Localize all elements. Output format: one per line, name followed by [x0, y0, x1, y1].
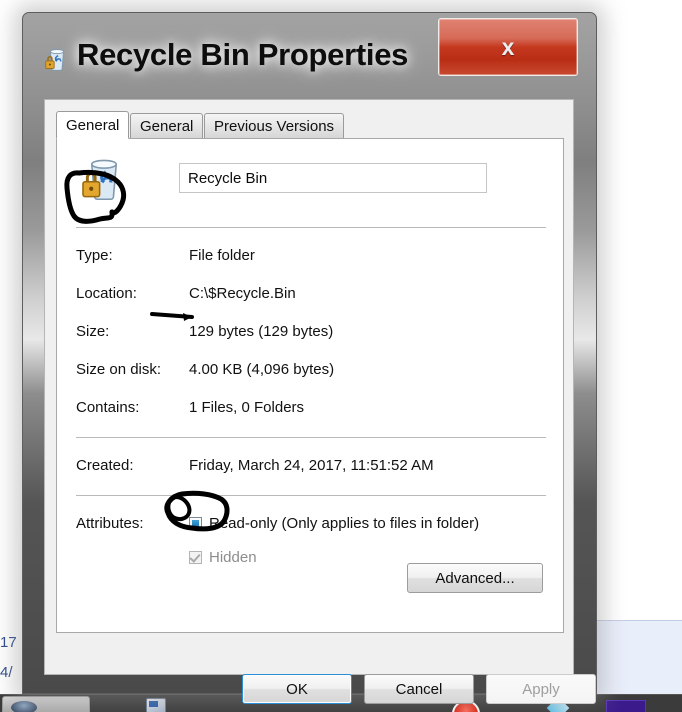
readonly-checkbox-row[interactable]: Read-only (Only applies to files in fold…: [189, 515, 479, 532]
close-button[interactable]: x: [438, 18, 578, 76]
recycle-bin-locked-icon: [82, 159, 118, 201]
divider-above-created: [76, 437, 546, 438]
detail-row-size-on-disk: Size on disk: 4.00 KB (4,096 bytes): [57, 361, 563, 383]
detail-row-created: Created: Friday, March 24, 2017, 11:51:5…: [57, 457, 563, 479]
window-titlebar[interactable]: Recycle Bin Properties x: [23, 13, 596, 99]
hidden-checkbox: [189, 551, 202, 564]
row-value: Friday, March 24, 2017, 11:51:52 AM: [189, 457, 434, 474]
hidden-checkbox-label: Hidden: [209, 549, 257, 566]
row-label: Contains:: [76, 399, 140, 416]
tab-general-second[interactable]: General: [130, 113, 204, 139]
readonly-checkbox-label: Read-only (Only applies to files in fold…: [209, 515, 480, 532]
name-input[interactable]: Recycle Bin: [179, 163, 487, 193]
tabstrip: General General Previous Versions: [56, 111, 564, 139]
row-value: 4.00 KB (4,096 bytes): [189, 361, 335, 378]
start-button[interactable]: [2, 696, 90, 712]
row-value: C:\$Recycle.Bin: [189, 285, 296, 302]
taskbar-explorer-icon[interactable]: [146, 698, 166, 712]
close-icon: x: [501, 33, 515, 60]
row-value: 1 Files, 0 Folders: [189, 399, 305, 416]
row-label: Size:: [76, 323, 110, 340]
detail-row-type: Type: File folder: [57, 247, 563, 269]
general-tab-panel: Recycle Bin Type: File folder Location: …: [56, 138, 564, 633]
row-label: Size on disk:: [76, 361, 162, 378]
divider-above-attributes: [76, 495, 546, 496]
tab-general-active[interactable]: General: [56, 111, 130, 139]
recycle-bin-properties-window: Recycle Bin Properties x General General…: [22, 12, 597, 704]
background-right-panel: [596, 620, 682, 695]
divider-under-name: [76, 227, 546, 228]
row-value: File folder: [189, 247, 255, 264]
row-value: 129 bytes (129 bytes): [189, 323, 334, 340]
attributes-label: Attributes:: [76, 515, 144, 532]
taskbar-purple-app-icon[interactable]: [606, 700, 646, 712]
tab-label: General: [66, 116, 120, 134]
tab-previous-versions[interactable]: Previous Versions: [204, 113, 345, 139]
window-title: Recycle Bin Properties: [77, 37, 409, 72]
advanced-button[interactable]: Advanced...: [407, 563, 543, 593]
readonly-checkbox[interactable]: [189, 517, 202, 530]
dialog-client-area: General General Previous Versions Recycl…: [44, 99, 596, 704]
row-label: Created:: [76, 457, 134, 474]
recycle-bin-locked-icon: [45, 49, 65, 71]
detail-row-size: Size: 129 bytes (129 bytes): [57, 323, 563, 345]
cancel-button[interactable]: Cancel: [364, 674, 474, 704]
tab-label: General: [140, 117, 194, 135]
ok-button[interactable]: OK: [242, 674, 352, 704]
detail-row-location: Location: C:\$Recycle.Bin: [57, 285, 563, 307]
start-orb-icon: [11, 701, 37, 712]
row-label: Type:: [76, 247, 113, 264]
tab-label: Previous Versions: [214, 117, 335, 135]
screen: 17 4/ Recycle Bin Properties x General G…: [0, 0, 682, 712]
detail-row-contains: Contains: 1 Files, 0 Folders: [57, 399, 563, 421]
hidden-checkbox-row: Hidden: [189, 549, 257, 566]
apply-button: Apply: [486, 674, 596, 704]
row-label: Location:: [76, 285, 137, 302]
